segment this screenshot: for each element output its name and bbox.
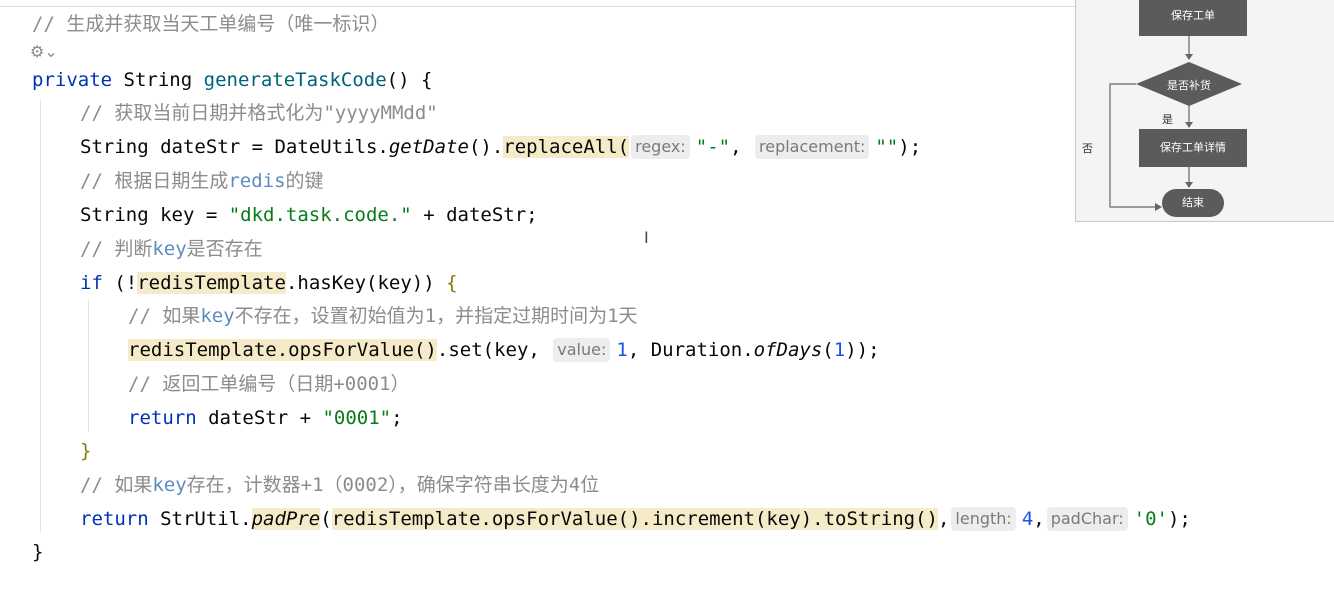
param-hint-padchar: padChar: bbox=[1046, 507, 1128, 531]
number-literal: 1 bbox=[833, 339, 846, 361]
code-text: String dateStr = DateUtils. bbox=[80, 136, 389, 158]
code-comment: // 判断key是否存在 bbox=[80, 234, 263, 264]
editor-top-border bbox=[0, 6, 1076, 7]
param-hint-value: value: bbox=[553, 338, 611, 362]
method-getdate[interactable]: getDate bbox=[389, 136, 469, 158]
comment-text: 存在，计数器+1（0002），确保字符串长度为4位 bbox=[186, 474, 600, 496]
code-text: ); bbox=[1167, 508, 1191, 530]
return-keyword: return bbox=[80, 508, 149, 530]
code-comment: // 如果key不存在，设置初始值为1，并指定过期时间为1天 bbox=[128, 301, 638, 331]
redis-template-ref[interactable]: redisTemplate bbox=[331, 508, 481, 530]
code-text: ) bbox=[423, 272, 447, 294]
comment-keyword: redis bbox=[228, 170, 286, 192]
code-text: (). bbox=[468, 136, 504, 158]
flow-node-end: 结束 bbox=[1162, 189, 1224, 217]
code-text: ); bbox=[898, 136, 922, 158]
param-hint-length: length: bbox=[951, 507, 1016, 531]
string-literal: "0001" bbox=[322, 407, 392, 429]
number-literal: 4 bbox=[1021, 508, 1034, 530]
comment-text: 不存在，设置初始值为1，并指定过期时间为1天 bbox=[234, 305, 638, 327]
return-keyword: return bbox=[128, 407, 197, 429]
code-line-datestr[interactable]: String dateStr = DateUtils.getDate().rep… bbox=[80, 132, 921, 162]
code-comment: // 获取当前日期并格式化为"yyyyMMdd" bbox=[80, 102, 438, 124]
gear-icon[interactable]: ⚙⌄ bbox=[30, 42, 58, 61]
code-text: ( bbox=[320, 508, 332, 530]
code-text: , bbox=[937, 508, 950, 530]
code-text: (! bbox=[102, 272, 138, 294]
code-line-return-0001[interactable]: return dateStr + "0001"; bbox=[128, 403, 403, 433]
code-text: String key = bbox=[80, 204, 229, 226]
flow-yes-label: 是 bbox=[1162, 113, 1173, 126]
code-text: .hasKey(key) bbox=[285, 272, 424, 294]
code-line-if[interactable]: if (!redisTemplate.hasKey(key)) { bbox=[80, 268, 458, 298]
signature-rest: () { bbox=[386, 69, 433, 91]
string-literal: "dkd.task.code." bbox=[228, 204, 412, 226]
method-ofdays[interactable]: ofDays bbox=[754, 339, 823, 361]
comment-text: // 判断 bbox=[80, 238, 153, 260]
method-padpre[interactable]: padPre bbox=[251, 508, 321, 530]
code-text: ; bbox=[391, 407, 403, 429]
code-text: .opsForValue().increment(key).toString() bbox=[480, 508, 938, 530]
indent-guide bbox=[88, 300, 89, 432]
flow-diamond-label: 是否补货 bbox=[1167, 79, 1211, 92]
method-close-brace: } bbox=[32, 541, 44, 563]
code-comment: // 根据日期生成redis的键 bbox=[80, 166, 324, 196]
redis-template-ref[interactable]: redisTemplate bbox=[137, 272, 286, 294]
code-text: + dateStr; bbox=[411, 204, 538, 226]
flow-node-save-detail: 保存工单详情 bbox=[1139, 129, 1247, 167]
code-text: dateStr + bbox=[196, 407, 323, 429]
if-keyword: if bbox=[80, 272, 103, 294]
return-type: String bbox=[123, 69, 193, 91]
param-hint-replacement: replacement: bbox=[755, 135, 870, 159]
flow-node-save-order: 保存工单 bbox=[1139, 0, 1247, 36]
comment-text: // 如果 bbox=[128, 305, 201, 327]
open-brace: { bbox=[446, 272, 458, 294]
method-signature[interactable]: private String generateTaskCode() { bbox=[32, 65, 432, 95]
arrow-head bbox=[1185, 54, 1193, 60]
code-text: )); bbox=[845, 339, 880, 361]
method-name[interactable]: generateTaskCode bbox=[204, 69, 387, 91]
comment-text: 的键 bbox=[285, 170, 324, 192]
arrow-head bbox=[1185, 182, 1193, 188]
arrow-head bbox=[1155, 203, 1162, 211]
code-line-set[interactable]: redisTemplate.opsForValue().set(key, val… bbox=[128, 335, 880, 365]
arrow-head bbox=[1185, 122, 1193, 128]
code-line-key[interactable]: String key = "dkd.task.code." + dateStr; bbox=[80, 200, 538, 230]
code-text: .opsForValue() bbox=[276, 339, 437, 361]
indent-guide bbox=[40, 100, 41, 532]
string-literal: '0' bbox=[1133, 508, 1168, 530]
comment-keyword: key bbox=[152, 474, 187, 496]
comment-text: // 如果 bbox=[80, 474, 153, 496]
number-literal: 1 bbox=[616, 339, 628, 361]
flowchart-panel: 保存工单 是否补货 是 否 保存工单详情 结束 bbox=[1075, 0, 1334, 222]
redis-template-ref[interactable]: redisTemplate bbox=[128, 339, 277, 361]
method-comment: // 生成并获取当天工单编号（唯一标识） bbox=[32, 13, 390, 35]
code-text: .set(key, bbox=[436, 339, 552, 361]
code-comment: // 如果key存在，计数器+1（0002），确保字符串长度为4位 bbox=[80, 470, 599, 500]
close-brace: } bbox=[80, 440, 92, 462]
code-text: , bbox=[1033, 508, 1045, 530]
code-text: , Duration. bbox=[627, 339, 754, 361]
flow-no-label: 否 bbox=[1082, 142, 1093, 155]
code-text: StrUtil. bbox=[148, 508, 252, 530]
method-replaceall[interactable]: replaceAll( bbox=[503, 136, 630, 158]
modifier-keyword: private bbox=[32, 69, 113, 91]
code-comment: // 返回工单编号（日期+0001） bbox=[128, 373, 410, 395]
comment-keyword: key bbox=[200, 305, 235, 327]
code-text: , bbox=[730, 136, 742, 158]
text-cursor-icon: I bbox=[644, 228, 649, 247]
code-line-return-padpre[interactable]: return StrUtil.padPre(redisTemplate.opsF… bbox=[80, 504, 1191, 534]
comment-text: // 根据日期生成 bbox=[80, 170, 229, 192]
code-text: ( bbox=[822, 339, 834, 361]
string-literal: "" bbox=[875, 136, 899, 158]
comment-text: 是否存在 bbox=[186, 238, 263, 260]
comment-keyword: key bbox=[152, 238, 187, 260]
param-hint-regex: regex: bbox=[631, 135, 690, 159]
string-literal: "-" bbox=[695, 136, 731, 158]
